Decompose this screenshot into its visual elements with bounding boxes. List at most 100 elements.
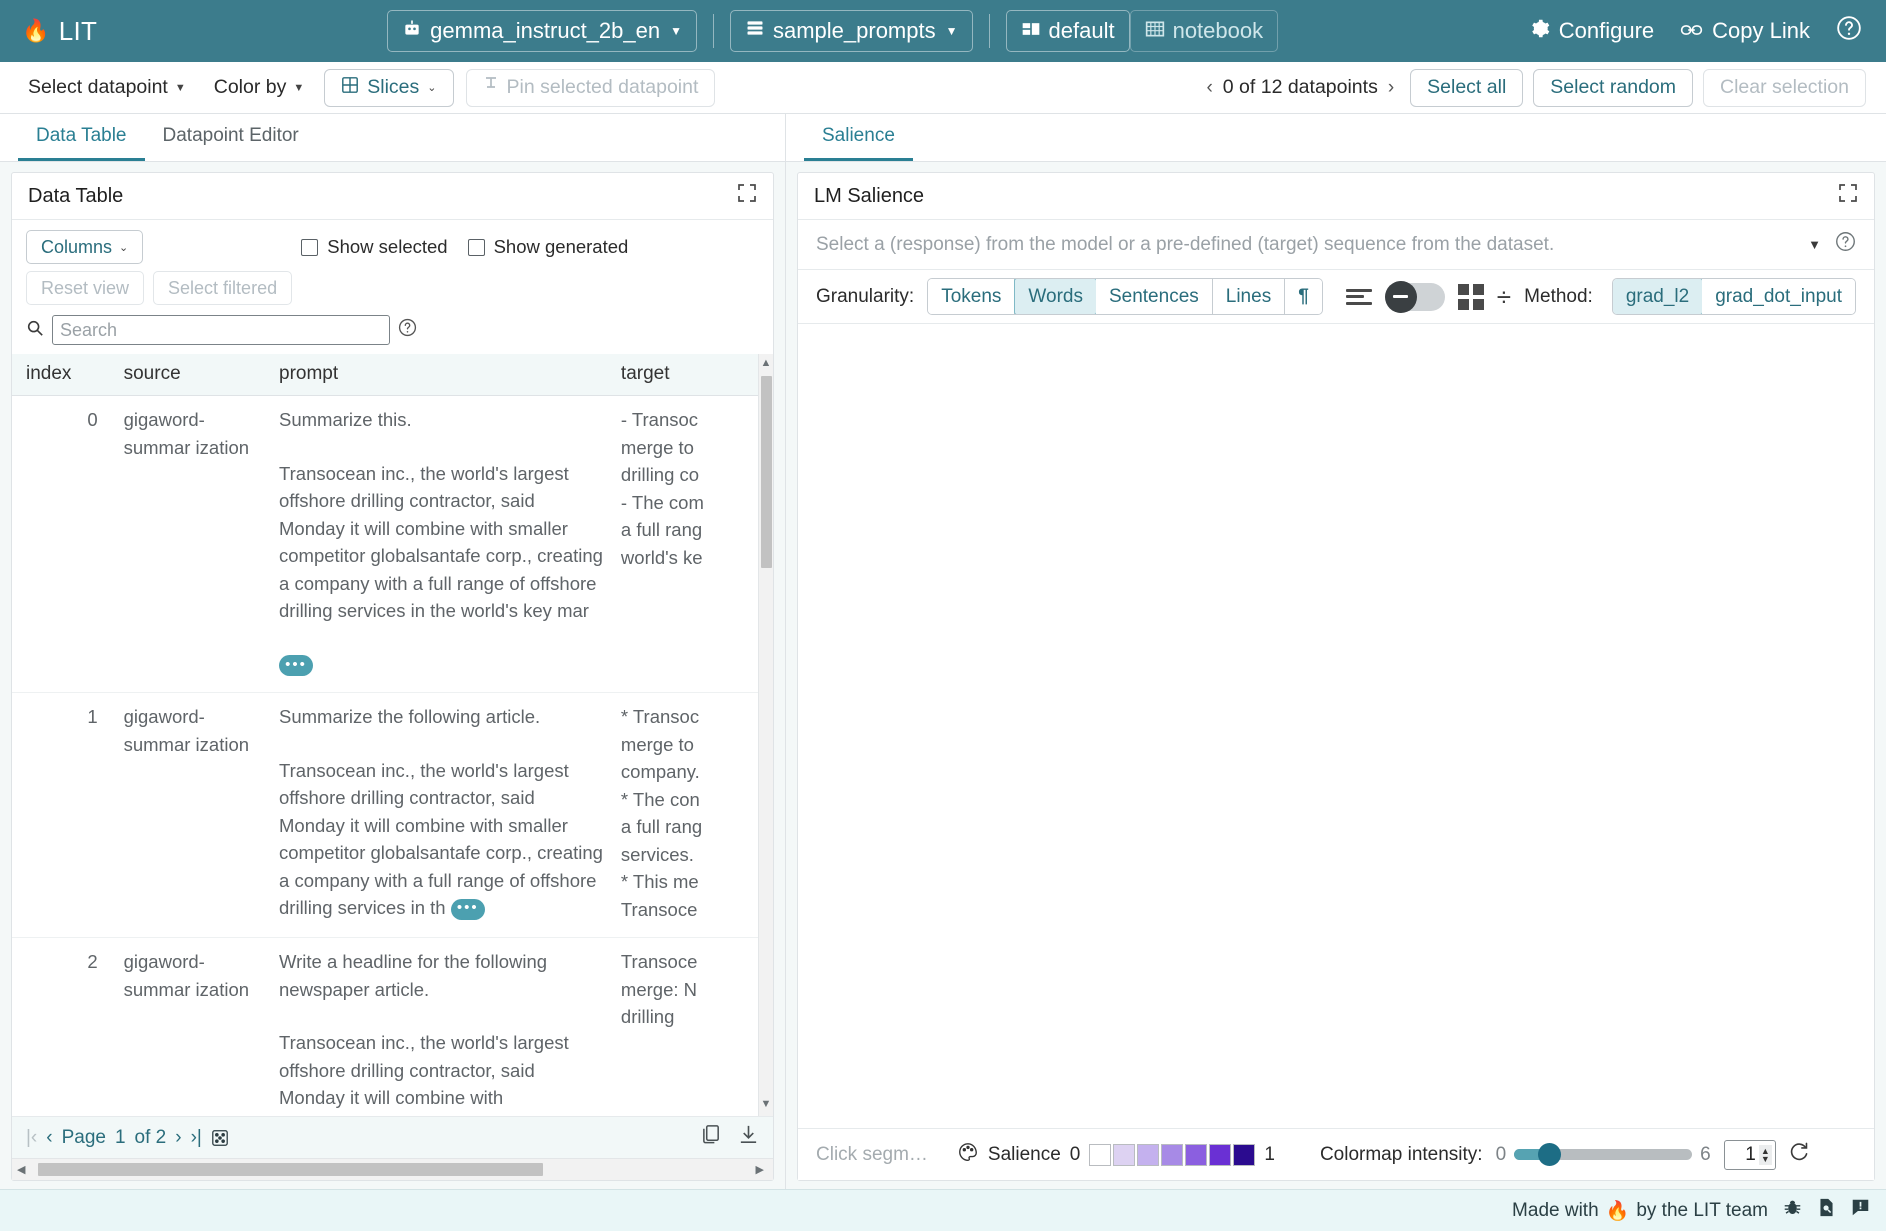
select-all-button[interactable]: Select all xyxy=(1410,69,1523,107)
next-datapoint-button[interactable]: › xyxy=(1388,77,1394,99)
copy-icon[interactable] xyxy=(701,1124,722,1151)
cell-target-line: * This me xyxy=(621,868,750,896)
display-mode-toggle[interactable] xyxy=(1385,283,1445,311)
layout-notebook-button[interactable]: notebook xyxy=(1130,10,1279,52)
datapoint-navigator: ‹ 0 of 12 datapoints › xyxy=(1206,76,1394,99)
scroll-down-arrow-icon[interactable]: ▼ xyxy=(761,1095,772,1113)
hscrollbar-thumb[interactable] xyxy=(38,1163,543,1176)
colormap-intensity-label: Colormap intensity: xyxy=(1320,1144,1483,1166)
expand-text-badge[interactable]: ••• xyxy=(279,655,313,676)
palette-icon[interactable] xyxy=(957,1141,979,1169)
dataset-selector[interactable]: sample_prompts ▼ xyxy=(730,10,973,52)
help-button[interactable] xyxy=(1836,15,1862,47)
cell-prompt-line: Summarize the following article. xyxy=(279,703,605,731)
help-circle-icon xyxy=(1836,15,1862,47)
prev-datapoint-button[interactable]: ‹ xyxy=(1206,77,1212,99)
column-header-index[interactable]: index xyxy=(12,354,116,396)
salience-footer: Click segm… Salience 0 xyxy=(798,1128,1874,1180)
granularity-option-paragraphs[interactable]: ¶ xyxy=(1285,279,1322,314)
column-header-target[interactable]: target xyxy=(613,354,758,396)
lm-salience-body: Select a (response) from the model or a … xyxy=(798,220,1874,1180)
spinner-down[interactable]: ▼ xyxy=(1761,1155,1770,1163)
chevron-down-icon[interactable]: ▼ xyxy=(1808,237,1835,252)
cell-prompt-line: Write a headline for the following newsp… xyxy=(279,948,605,1003)
column-header-source[interactable]: source xyxy=(116,354,271,396)
reset-view-label: Reset view xyxy=(41,278,129,299)
scroll-right-arrow-icon[interactable]: ▶ xyxy=(751,1163,769,1176)
search-icon xyxy=(26,319,44,342)
cell-prompt: Summarize the following article. Transoc… xyxy=(271,693,613,938)
select-random-label: Select random xyxy=(1550,76,1676,99)
doc-icon[interactable] xyxy=(1817,1198,1836,1223)
column-header-prompt[interactable]: prompt xyxy=(271,354,613,396)
show-selected-label: Show selected xyxy=(327,236,447,258)
feedback-icon[interactable] xyxy=(1851,1198,1870,1223)
sequence-select-placeholder: Select a (response) from the model or a … xyxy=(816,234,1554,256)
tab-datapoint-editor[interactable]: Datapoint Editor xyxy=(145,125,317,161)
salience-visualization-canvas[interactable] xyxy=(798,324,1874,1128)
sequence-select[interactable]: Select a (response) from the model or a … xyxy=(798,220,1874,270)
search-help-icon[interactable] xyxy=(398,318,417,342)
table-vertical-scrollbar[interactable]: ▲ ▼ xyxy=(758,354,773,1116)
table-row[interactable]: 1 gigaword-summar ization Summarize the … xyxy=(12,693,758,938)
slider-knob[interactable] xyxy=(1538,1143,1561,1166)
colormap-intensity-slider[interactable] xyxy=(1514,1149,1692,1160)
configure-button[interactable]: Configure xyxy=(1529,18,1654,45)
scrollbar-thumb[interactable] xyxy=(761,376,772,568)
select-filtered-button[interactable]: Select filtered xyxy=(153,271,292,305)
table-horizontal-scrollbar[interactable]: ◀ ▶ xyxy=(12,1158,773,1180)
select-datapoint-dropdown[interactable]: Select datapoint ▼ xyxy=(14,70,200,106)
show-generated-checkbox[interactable]: Show generated xyxy=(468,236,629,258)
spinner-icon[interactable]: ▲▼ xyxy=(1759,1145,1772,1165)
dataset-name: sample_prompts xyxy=(773,18,936,44)
granularity-option-tokens[interactable]: Tokens xyxy=(928,279,1015,314)
columns-button[interactable]: Columns ⌄ xyxy=(26,230,143,264)
select-random-button[interactable]: Select random xyxy=(1533,69,1693,107)
scroll-left-arrow-icon[interactable]: ◀ xyxy=(12,1163,30,1176)
dice-icon[interactable] xyxy=(211,1129,229,1147)
cell-target-line: Transoce xyxy=(621,948,750,976)
colormap-intensity-input[interactable]: 1 ▲▼ xyxy=(1724,1140,1776,1170)
granularity-option-sentences[interactable]: Sentences xyxy=(1096,279,1213,314)
expand-icon[interactable] xyxy=(737,183,757,209)
copy-link-button[interactable]: Copy Link xyxy=(1680,18,1810,44)
table-row[interactable]: 2 gigaword-summar ization Write a headli… xyxy=(12,938,758,1117)
expand-icon[interactable] xyxy=(1838,183,1858,209)
download-icon[interactable] xyxy=(738,1124,759,1151)
prev-page-button[interactable]: ‹ xyxy=(46,1127,52,1149)
expand-text-badge[interactable]: ••• xyxy=(451,899,485,920)
tab-data-table[interactable]: Data Table xyxy=(18,125,145,161)
model-selector[interactable]: gemma_instruct_2b_en ▼ xyxy=(387,10,697,52)
table-row[interactable]: 0 gigaword-summar ization Summarize this… xyxy=(12,396,758,693)
cell-target-line: company. xyxy=(621,758,750,786)
layout-default-button[interactable]: default xyxy=(1006,10,1130,52)
granularity-option-lines[interactable]: Lines xyxy=(1213,279,1285,314)
sequence-help-icon[interactable] xyxy=(1835,231,1856,258)
reset-view-button[interactable]: Reset view xyxy=(26,271,144,305)
last-page-button[interactable]: ›| xyxy=(191,1127,202,1149)
lm-salience-module-header: LM Salience xyxy=(798,173,1874,220)
method-option-grad-dot-input[interactable]: grad_dot_input xyxy=(1702,279,1855,314)
color-by-dropdown[interactable]: Color by ▼ xyxy=(200,70,319,106)
slices-button[interactable]: Slices ⌄ xyxy=(324,69,453,107)
scroll-up-arrow-icon[interactable]: ▲ xyxy=(761,354,772,372)
paragraph-mark-icon: ¶ xyxy=(1298,286,1309,308)
granularity-option-words[interactable]: Words xyxy=(1014,278,1097,315)
search-input[interactable]: Search xyxy=(52,315,390,345)
pin-selected-datapoint-button[interactable]: Pin selected datapoint xyxy=(466,69,716,107)
granularity-segmented-control: Tokens Words Sentences Lines ¶ xyxy=(927,278,1323,315)
tab-salience[interactable]: Salience xyxy=(804,125,913,161)
show-selected-checkbox[interactable]: Show selected xyxy=(301,236,447,258)
normalize-divide-icon[interactable]: ÷ xyxy=(1497,284,1511,310)
align-lines-icon[interactable] xyxy=(1346,289,1372,305)
method-option-grad-l2[interactable]: grad_l2 xyxy=(1612,278,1703,315)
cell-target-line: drilling co xyxy=(621,461,750,489)
next-page-button[interactable]: › xyxy=(175,1127,181,1149)
bug-icon[interactable] xyxy=(1783,1198,1802,1223)
grid-view-icon[interactable] xyxy=(1458,284,1484,310)
reset-icon[interactable] xyxy=(1789,1141,1810,1168)
clear-selection-button[interactable]: Clear selection xyxy=(1703,69,1866,107)
cell-target-line: services. xyxy=(621,841,750,869)
data-table-controls-row1: Columns ⌄ Show selected Show generated xyxy=(26,230,759,264)
first-page-button[interactable]: |‹ xyxy=(26,1127,37,1149)
